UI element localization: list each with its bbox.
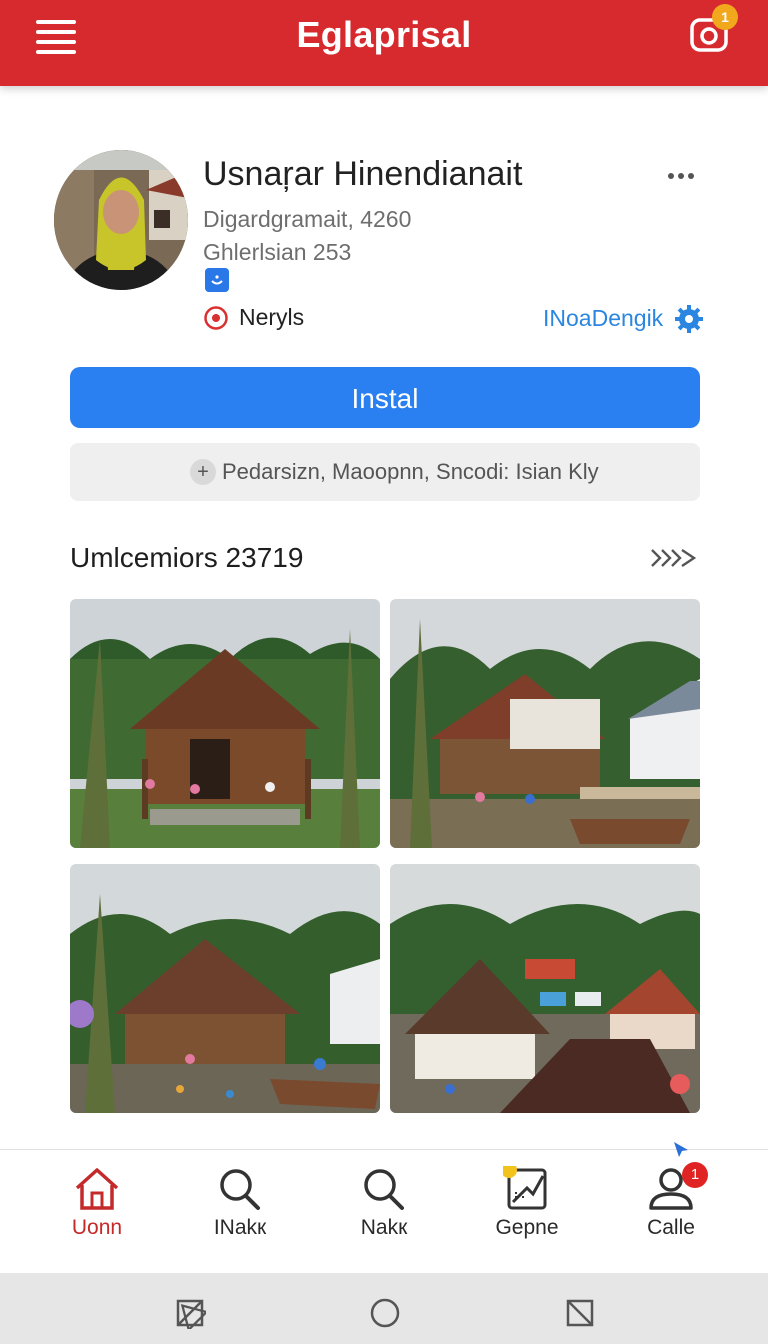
gear-icon[interactable] [674, 304, 704, 334]
plus-icon: + [190, 459, 216, 485]
verified-smile-icon [205, 268, 229, 292]
nav-label-stats: Gepne [495, 1216, 559, 1239]
gallery-photo-2[interactable] [390, 599, 700, 848]
app-title: Eglaprisal [296, 14, 472, 55]
nav-item-search-2[interactable]: Nakк [324, 1166, 444, 1256]
chevrons-right-icon[interactable] [650, 545, 700, 571]
profile-meta-secondary: Ghlerlsian 253 [203, 239, 352, 265]
profile-link[interactable]: INoaDengik [543, 305, 663, 332]
camera-badge: 1 [712, 4, 738, 30]
search-icon [364, 1169, 404, 1210]
nav-item-profile[interactable]: Calle [611, 1166, 731, 1256]
cursor-icon [674, 1142, 688, 1157]
nav-label-profile: Calle [647, 1216, 695, 1239]
gallery-photo-1[interactable] [70, 599, 380, 848]
home-circle-icon[interactable] [369, 1297, 401, 1329]
nav-label-search-2: Nakк [360, 1216, 408, 1239]
nav-item-stats[interactable]: Gepne [467, 1166, 587, 1256]
search-icon [220, 1169, 260, 1210]
home-icon [75, 1168, 119, 1210]
bottom-navigation: Uonn INakк Nakк Gepne Calle [0, 1149, 768, 1274]
nav-label-home: Uonn [71, 1216, 123, 1239]
section-title: Umlcemiors 23719 [70, 542, 304, 573]
system-nav-bar [0, 1273, 768, 1344]
status-label: Neryls [239, 304, 305, 330]
gallery-photo-4[interactable] [390, 864, 700, 1113]
profile-name: Usnaŗar Hinendianait [203, 155, 523, 193]
info-text: Pedarsizn, Maoopnn, Sncodi: Isian Kly [222, 459, 599, 484]
install-button[interactable]: Instal [70, 367, 700, 428]
chart-icon [503, 1166, 547, 1210]
info-bar[interactable]: + Pedarsizn, Maoopnn, Sncodi: Isian Kly [70, 443, 700, 501]
gallery-photo-3[interactable] [70, 864, 380, 1113]
recents-icon[interactable] [564, 1297, 596, 1329]
nav-label-search-1: INakк [213, 1216, 267, 1239]
avatar[interactable] [54, 150, 188, 290]
nav-item-search-1[interactable]: INakк [180, 1166, 300, 1256]
back-icon[interactable] [174, 1297, 206, 1329]
notification-badge: 1 [682, 1162, 708, 1188]
app-bar: Eglaprisal [0, 0, 768, 86]
profile-meta-primary: Digardgramait, 4260 [203, 206, 412, 232]
nav-item-home[interactable]: Uonn [37, 1166, 157, 1256]
record-icon [204, 306, 228, 330]
more-options-icon[interactable] [668, 166, 708, 186]
